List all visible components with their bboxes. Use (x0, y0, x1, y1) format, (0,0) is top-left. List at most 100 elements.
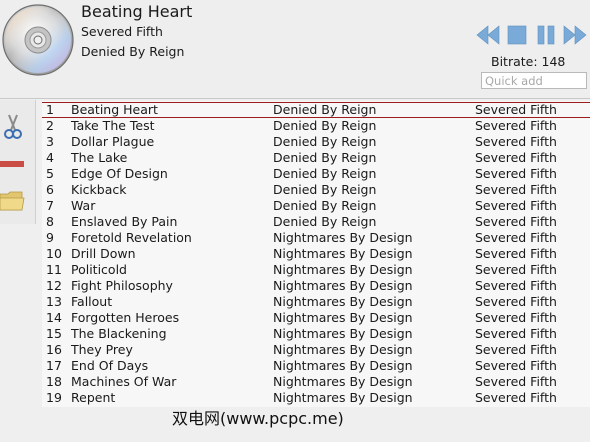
playlist-row[interactable]: 13 Fallout Nightmares By Design Severed Fif… (42, 294, 590, 310)
playlist-row[interactable]: 15 The Blackening Nightmares By Design Seve… (42, 326, 590, 342)
track-number: 9 (46, 230, 54, 245)
track-artist: Severed Fifth (475, 102, 557, 117)
track-title: Take The Test (71, 118, 155, 133)
track-artist: Severed Fifth (475, 262, 557, 277)
track-title: Edge Of Design (71, 166, 168, 181)
track-title: Dollar Plague (71, 134, 155, 149)
now-playing-artist: Severed Fifth (81, 24, 163, 39)
remove-icon (0, 161, 24, 167)
track-artist: Severed Fifth (475, 134, 557, 149)
track-number: 16 (46, 342, 62, 357)
bitrate-label: Bitrate: 148 (491, 54, 566, 69)
scissors-icon (4, 114, 22, 139)
now-playing-header: Beating Heart Severed Fifth Denied By Re… (0, 0, 590, 98)
track-artist: Severed Fifth (475, 166, 557, 181)
pause-icon (537, 25, 555, 45)
track-number: 13 (46, 294, 62, 309)
stop-icon (507, 25, 527, 45)
track-artist: Severed Fifth (475, 150, 557, 165)
header-divider (0, 98, 590, 99)
track-album: Nightmares By Design (273, 246, 413, 261)
playlist-tools (0, 100, 36, 224)
track-number: 14 (46, 310, 62, 325)
playlist-row[interactable]: 16 They Prey Nightmares By Design Severed F… (42, 342, 590, 358)
track-album: Denied By Reign (273, 134, 377, 149)
playlist-row[interactable]: 19 Repent Nightmares By Design Severed Fift… (42, 390, 590, 406)
playlist-row[interactable]: 8 Enslaved By Pain Denied By Reign Severed … (42, 214, 590, 230)
playlist-row[interactable]: 17 End Of Days Nightmares By Design Severed… (42, 358, 590, 374)
track-title: The Lake (71, 150, 128, 165)
track-title: Enslaved By Pain (71, 214, 178, 229)
track-artist: Severed Fifth (475, 246, 557, 261)
stop-button[interactable] (506, 24, 528, 46)
track-title: The Blackening (71, 326, 167, 341)
cut-button[interactable] (0, 112, 26, 142)
track-number: 12 (46, 278, 62, 293)
playlist-row[interactable]: 14 Forgotten Heroes Nightmares By Design Se… (42, 310, 590, 326)
next-track-icon (563, 25, 587, 45)
track-title: Repent (71, 390, 116, 405)
playlist-row[interactable]: 6 Kickback Denied By Reign Severed Fifth (42, 182, 590, 198)
playlist-row[interactable]: 18 Machines Of War Nightmares By Design Sev… (42, 374, 590, 390)
track-album: Nightmares By Design (273, 342, 413, 357)
open-folder-button[interactable] (0, 186, 26, 216)
playlist-row[interactable]: 12 Fight Philosophy Nightmares By Design Se… (42, 278, 590, 294)
now-playing-album: Denied By Reign (81, 44, 185, 59)
playlist-row[interactable]: 5 Edge Of Design Denied By Reign Severed Fi… (42, 166, 590, 182)
track-title: Fight Philosophy (71, 278, 173, 293)
track-album: Denied By Reign (273, 102, 377, 117)
previous-track-icon (476, 25, 500, 45)
track-artist: Severed Fifth (475, 326, 557, 341)
track-album: Nightmares By Design (273, 358, 413, 373)
track-title: Kickback (71, 182, 127, 197)
cd-disc-icon (2, 4, 74, 76)
track-album: Nightmares By Design (273, 294, 413, 309)
watermark-text: 双电网(www.pcpc.me) (172, 409, 344, 428)
track-album: Denied By Reign (273, 214, 377, 229)
track-album: Nightmares By Design (273, 326, 413, 341)
track-artist: Severed Fifth (475, 294, 557, 309)
previous-track-button[interactable] (476, 24, 500, 46)
track-title: Forgotten Heroes (71, 310, 180, 325)
playlist-row[interactable]: 4 The Lake Denied By Reign Severed Fifth (42, 150, 590, 166)
track-artist: Severed Fifth (475, 374, 557, 389)
track-number: 3 (46, 134, 54, 149)
track-title: War (71, 198, 96, 213)
track-album: Nightmares By Design (273, 390, 413, 405)
track-title: Beating Heart (71, 102, 158, 117)
playlist-table: 1 Beating Heart Denied By Reign Severed Fif… (42, 101, 590, 407)
track-number: 15 (46, 326, 62, 341)
track-number: 7 (46, 198, 54, 213)
pause-button[interactable] (535, 24, 557, 46)
remove-button[interactable] (0, 150, 26, 180)
track-artist: Severed Fifth (475, 358, 557, 373)
track-artist: Severed Fifth (475, 278, 557, 293)
next-track-button[interactable] (563, 24, 587, 46)
track-number: 4 (46, 150, 54, 165)
playlist-row[interactable]: 1 Beating Heart Denied By Reign Severed Fif… (42, 102, 590, 118)
playlist-row[interactable]: 10 Drill Down Nightmares By Design Severed … (42, 246, 590, 262)
track-number: 11 (46, 262, 62, 277)
quick-add-input[interactable] (481, 72, 587, 89)
track-artist: Severed Fifth (475, 182, 557, 197)
now-playing-title: Beating Heart (81, 2, 193, 21)
track-album: Nightmares By Design (273, 310, 413, 325)
track-title: Politicold (71, 262, 127, 277)
track-number: 1 (46, 102, 54, 117)
playlist-row[interactable]: 3 Dollar Plague Denied By Reign Severed Fif… (42, 134, 590, 150)
folder-icon (0, 191, 25, 211)
track-number: 19 (46, 390, 62, 405)
playlist-row[interactable]: 11 Politicold Nightmares By Design Severed … (42, 262, 590, 278)
track-number: 5 (46, 166, 54, 181)
track-artist: Severed Fifth (475, 342, 557, 357)
track-artist: Severed Fifth (475, 118, 557, 133)
track-album: Nightmares By Design (273, 374, 413, 389)
track-title: End Of Days (71, 358, 149, 373)
track-artist: Severed Fifth (475, 230, 557, 245)
track-album: Nightmares By Design (273, 278, 413, 293)
playlist-row[interactable]: 7 War Denied By Reign Severed Fifth (42, 198, 590, 214)
track-number: 6 (46, 182, 54, 197)
track-album: Denied By Reign (273, 166, 377, 181)
playlist-row[interactable]: 2 Take The Test Denied By Reign Severed Fif… (42, 118, 590, 134)
playlist-row[interactable]: 9 Foretold Revelation Nightmares By Design… (42, 230, 590, 246)
